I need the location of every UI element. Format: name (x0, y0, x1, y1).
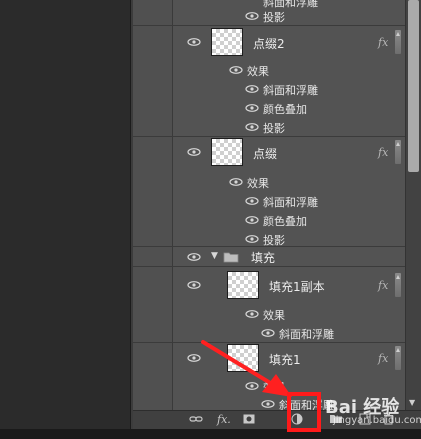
eye-icon[interactable] (245, 104, 259, 112)
eye-icon[interactable] (245, 310, 259, 318)
fx-icon[interactable]: fx (378, 352, 388, 365)
eye-icon[interactable] (245, 85, 259, 93)
effects-toggle-caret[interactable] (395, 346, 401, 370)
visibility-gutter (133, 0, 173, 410)
effect-item[interactable]: 斜面和浮雕 (263, 82, 318, 98)
eye-icon[interactable] (187, 281, 201, 289)
effects-toggle-caret[interactable] (395, 30, 401, 54)
effect-item[interactable]: 颜色叠加 (263, 213, 307, 229)
fx-icon[interactable]: fx (378, 146, 388, 159)
eye-icon[interactable] (245, 12, 259, 20)
effects-label: 效果 (263, 381, 285, 394)
eye-icon[interactable] (229, 178, 243, 186)
layer-thumbnail[interactable] (211, 28, 243, 56)
effect-item[interactable]: 斜面和浮雕 (279, 326, 334, 342)
layer-separator (133, 25, 405, 26)
eye-icon[interactable] (245, 197, 259, 205)
layer-name[interactable]: 点缀2 (253, 35, 285, 52)
watermark: Bai 经验 jingyan.baidu.com (325, 393, 421, 433)
effects-toggle-caret[interactable] (395, 273, 401, 297)
effects-label: 效果 (247, 177, 269, 190)
effect-item: 投影 (263, 11, 285, 24)
layers-panel: 斜面和浮雕 投影 点缀2 fx 效果 斜面和浮雕 颜色叠加 投影 点缀 fx 效… (133, 0, 421, 410)
effects-label: 效果 (247, 65, 269, 78)
eye-icon[interactable] (245, 123, 259, 131)
eye-icon[interactable] (187, 354, 201, 362)
fx-icon[interactable]: fx (378, 279, 388, 292)
eye-icon[interactable] (261, 400, 275, 408)
layer-name[interactable]: 填充1 (269, 351, 301, 368)
eye-icon[interactable] (261, 329, 275, 337)
layer-thumbnail[interactable] (211, 138, 243, 166)
eye-icon[interactable] (245, 382, 259, 390)
expand-triangle-icon[interactable]: ▼ (211, 251, 218, 261)
effect-item[interactable]: 斜面和浮雕 (263, 194, 318, 210)
group-name[interactable]: 填充 (251, 249, 275, 266)
fx-menu-button[interactable]: fx. (217, 413, 231, 426)
eye-icon[interactable] (245, 235, 259, 243)
eye-icon[interactable] (245, 216, 259, 224)
effects-toggle-caret[interactable] (395, 140, 401, 164)
canvas-area (0, 0, 130, 439)
layer-name[interactable]: 点缀 (253, 145, 277, 162)
eye-icon[interactable] (229, 66, 243, 74)
mask-icon[interactable] (243, 413, 255, 428)
layer-separator (133, 266, 405, 267)
effect-item[interactable]: 投影 (263, 120, 285, 136)
annotation-highlight-box (287, 392, 321, 432)
scrollbar[interactable]: ▼ (405, 0, 421, 410)
link-icon[interactable] (189, 413, 203, 428)
eye-icon[interactable] (187, 38, 201, 46)
layer-thumbnail[interactable] (227, 271, 259, 299)
eye-icon[interactable] (187, 253, 201, 261)
layer-thumbnail[interactable] (227, 344, 259, 372)
layer-separator (133, 246, 405, 247)
effects-label: 效果 (263, 309, 285, 322)
scrollbar-thumb[interactable] (408, 0, 419, 172)
layer-separator (133, 136, 405, 137)
watermark-sub: jingyan.baidu.com (333, 415, 421, 426)
folder-icon (223, 251, 239, 266)
layer-name[interactable]: 填充1副本 (269, 278, 325, 295)
fx-icon[interactable]: fx (378, 36, 388, 49)
layer-separator (133, 342, 405, 343)
eye-icon[interactable] (187, 148, 201, 156)
effect-item[interactable]: 颜色叠加 (263, 101, 307, 117)
